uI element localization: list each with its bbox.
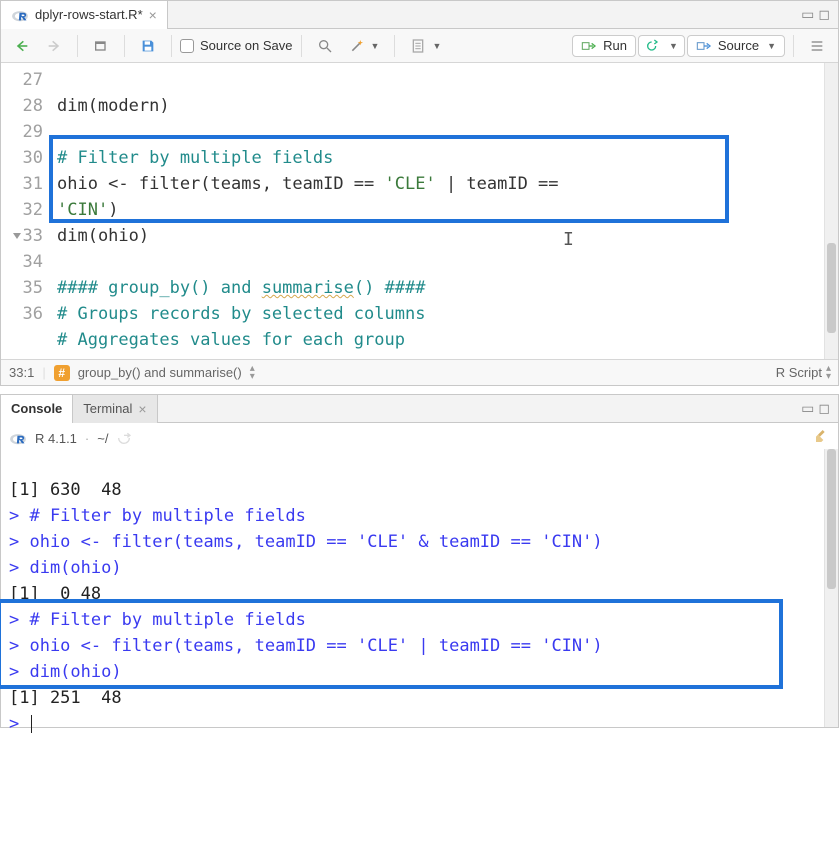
arrow-left-icon <box>14 38 30 54</box>
separator <box>301 35 302 57</box>
text-caret-icon: 𝙸 <box>563 231 574 249</box>
tab-console[interactable]: Console <box>1 395 73 423</box>
scrollbar-thumb[interactable] <box>827 243 836 333</box>
popout-icon <box>93 38 109 54</box>
run-label: Run <box>603 38 627 53</box>
section-name[interactable]: group_by() and summarise() <box>78 365 242 380</box>
r-file-icon <box>11 6 29 24</box>
console-prompt[interactable]: > <box>9 714 29 734</box>
console-line: > dim(ohio) <box>9 662 122 682</box>
cursor-position: 33:1 <box>9 365 34 380</box>
wand-icon <box>349 38 365 54</box>
clear-console-icon[interactable] <box>814 428 830 449</box>
console-pane: Console Terminal × ▭ ◻ R 4.1.1 · ~/ [1] … <box>0 394 839 728</box>
tab-terminal[interactable]: Terminal × <box>73 395 157 423</box>
editor-scrollbar[interactable] <box>824 63 838 359</box>
outline-button[interactable] <box>802 33 832 59</box>
close-icon[interactable]: × <box>138 402 146 416</box>
chevron-down-icon: ▼ <box>432 41 441 51</box>
chevron-down-icon: ▼ <box>371 41 380 51</box>
console-scrollbar[interactable] <box>824 449 838 727</box>
source-pane: dplyr-rows-start.R* × ▭ ◻ Source on Save <box>0 0 839 386</box>
code-text[interactable]: dim(modern) # Filter by multiple fields … <box>57 63 838 359</box>
file-tab-label: dplyr-rows-start.R* <box>35 7 143 22</box>
save-button[interactable] <box>133 33 163 59</box>
run-icon <box>581 38 597 54</box>
arrow-right-icon <box>46 38 62 54</box>
console-infobar: R 4.1.1 · ~/ <box>1 423 838 449</box>
console-line: > ohio <- filter(teams, teamID == 'CLE' … <box>9 532 603 552</box>
separator <box>77 35 78 57</box>
pane-window-controls: ▭ ◻ <box>799 400 838 417</box>
source-on-save-checkbox[interactable] <box>180 39 194 53</box>
line-gutter: 27 28 29 30 31 32 33 34 35 36 <box>1 63 57 359</box>
show-in-new-window-button[interactable] <box>86 33 116 59</box>
scrollbar-thumb[interactable] <box>827 449 836 589</box>
rerun-button[interactable]: ▼ <box>638 35 685 57</box>
share-icon[interactable] <box>116 430 132 446</box>
separator <box>394 35 395 57</box>
source-icon <box>696 38 712 54</box>
chevron-down-icon: ▼ <box>767 41 776 51</box>
input-caret <box>31 715 32 733</box>
console-line: [1] 251 48 <box>9 688 122 708</box>
close-icon[interactable]: × <box>149 8 157 22</box>
rerun-icon <box>645 38 661 54</box>
separator <box>171 35 172 57</box>
tab-console-label: Console <box>11 401 62 416</box>
source-on-save-label: Source on Save <box>200 38 293 53</box>
editor-statusbar: 33:1 | # group_by() and summarise() ▴▾ R… <box>1 359 838 385</box>
maximize-icon[interactable]: ◻ <box>816 6 832 23</box>
console-output[interactable]: [1] 630 48 > # Filter by multiple fields… <box>1 449 838 727</box>
editor-tabrow: dplyr-rows-start.R* × ▭ ◻ <box>1 1 838 29</box>
console-line: > dim(ohio) <box>9 558 122 578</box>
source-button[interactable]: Source ▼ <box>687 35 785 57</box>
pane-window-controls: ▭ ◻ <box>799 6 838 23</box>
language-arrows[interactable]: ▴▾ <box>826 365 830 381</box>
console-tabrow: Console Terminal × ▭ ◻ <box>1 395 838 423</box>
compile-report-button[interactable]: ▼ <box>403 33 448 59</box>
nav-back-button[interactable] <box>7 33 37 59</box>
outline-icon <box>809 38 825 54</box>
code-tools-button[interactable]: ▼ <box>342 33 387 59</box>
console-line: > # Filter by multiple fields <box>9 506 306 526</box>
minimize-icon[interactable]: ▭ <box>799 400 816 417</box>
console-line: > ohio <- filter(teams, teamID == 'CLE' … <box>9 636 603 656</box>
toolbar-right: Run ▼ Source ▼ <box>572 33 832 59</box>
console-line: > # Filter by multiple fields <box>9 610 306 630</box>
file-tab[interactable]: dplyr-rows-start.R* × <box>1 1 168 29</box>
console-line: [1] 0 48 <box>9 584 101 604</box>
search-icon <box>317 38 333 54</box>
separator <box>124 35 125 57</box>
source-label: Source <box>718 38 759 53</box>
notebook-icon <box>410 38 426 54</box>
tab-terminal-label: Terminal <box>83 401 132 416</box>
language-mode[interactable]: R Script <box>776 365 822 380</box>
editor-toolbar: Source on Save ▼ ▼ Run ▼ Source <box>1 29 838 63</box>
run-button[interactable]: Run <box>572 35 636 57</box>
code-editor[interactable]: 27 28 29 30 31 32 33 34 35 36 dim(modern… <box>1 63 838 359</box>
minimize-icon[interactable]: ▭ <box>799 6 816 23</box>
find-button[interactable] <box>310 33 340 59</box>
section-nav-arrows[interactable]: ▴▾ <box>250 365 254 381</box>
r-logo-icon <box>9 429 27 447</box>
fold-caret-icon[interactable] <box>13 233 21 239</box>
chevron-down-icon: ▼ <box>669 41 678 51</box>
console-line: [1] 630 48 <box>9 480 122 500</box>
maximize-icon[interactable]: ◻ <box>816 400 832 417</box>
separator <box>793 35 794 57</box>
nav-forward-button[interactable] <box>39 33 69 59</box>
save-icon <box>140 38 156 54</box>
